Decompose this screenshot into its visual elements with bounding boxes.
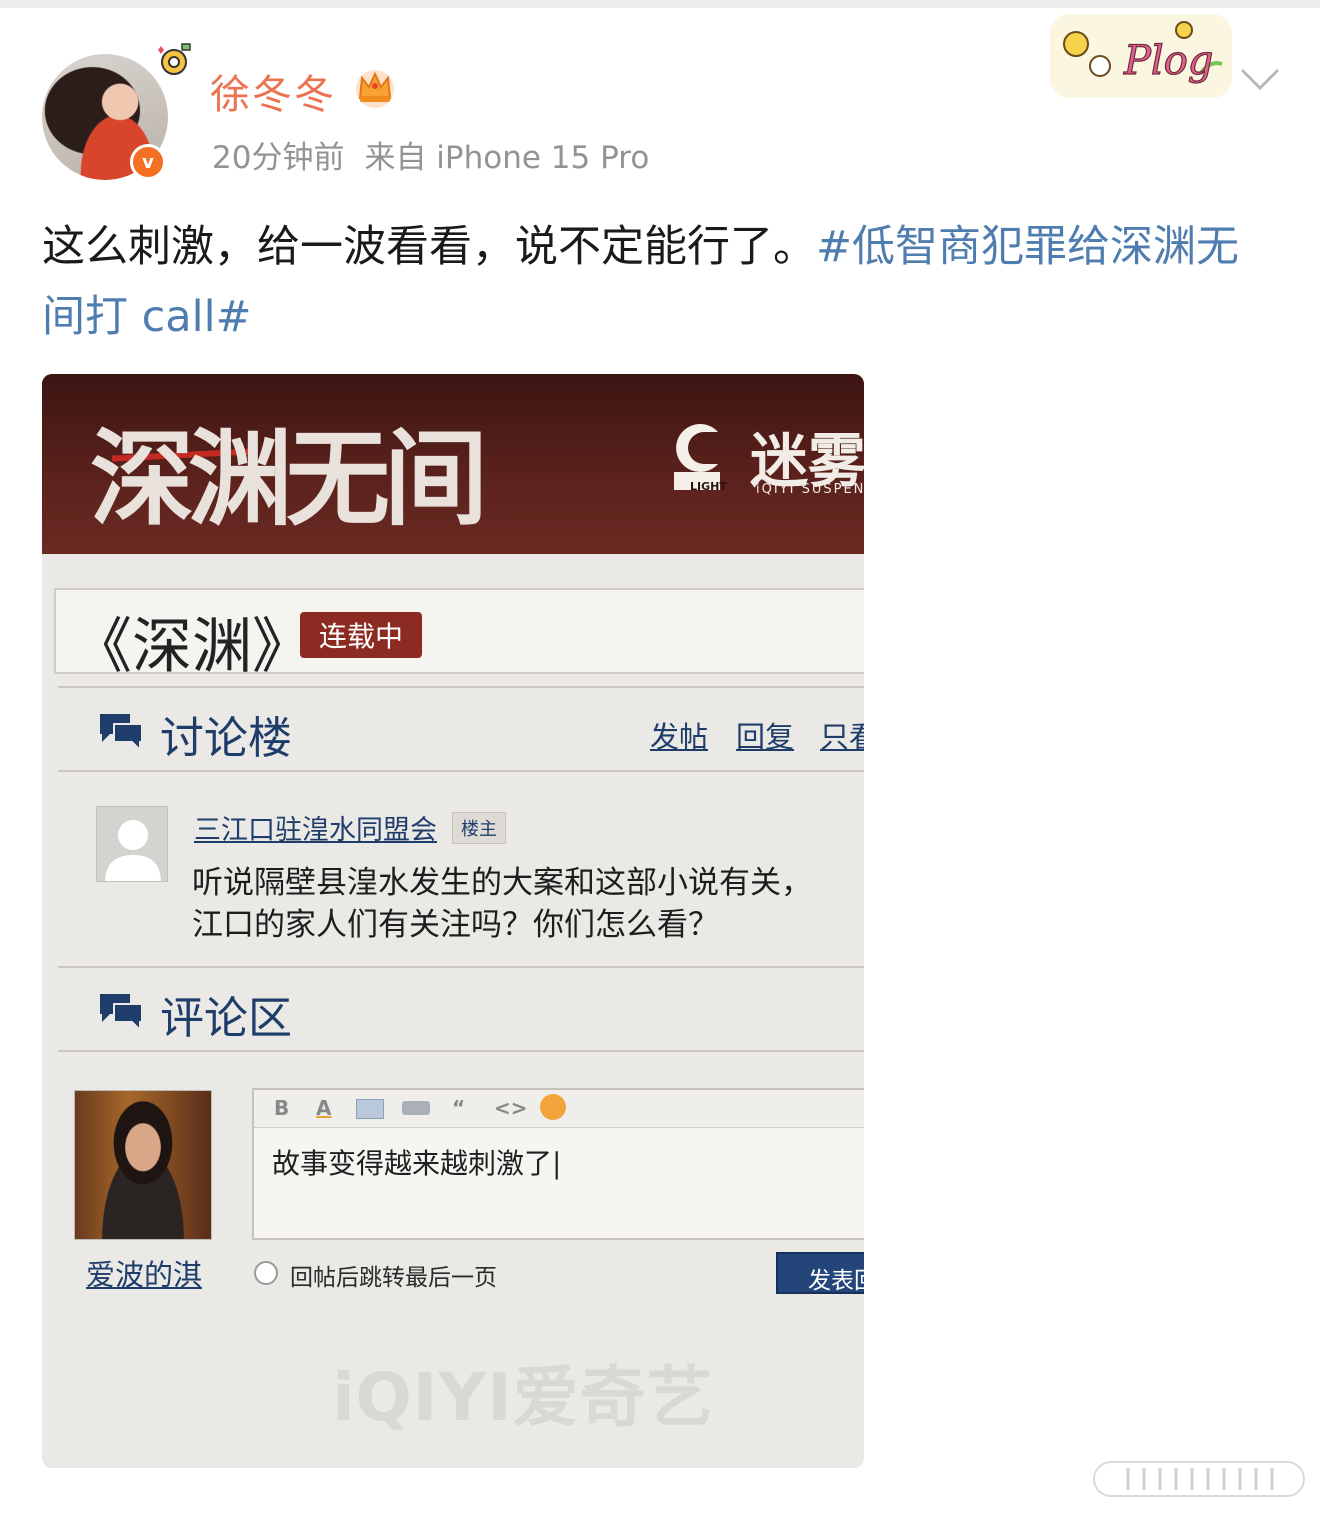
brand-en: iQIYI SUSPEN <box>756 482 864 497</box>
thread-section-title: 讨论楼 <box>160 713 292 764</box>
avatar[interactable]: v <box>42 43 191 182</box>
plog-badge: Plog <box>1050 14 1232 98</box>
post-content: 这么刺激，给一波看看，说不定能行了。#低智商犯罪给深渊无间打 call# <box>42 212 1282 352</box>
comment-editor[interactable]: B A “ <> 故事变得越来越刺激了| <box>252 1088 864 1240</box>
editor-toolbar: B A “ <> <box>254 1090 864 1128</box>
plog-text: Plog <box>1123 38 1213 84</box>
commenter-avatar <box>74 1090 212 1240</box>
checkbox-label: 回帖后跳转最后一页 <box>290 1265 497 1291</box>
crown-icon[interactable] <box>352 64 398 110</box>
username[interactable]: 徐冬冬 <box>210 62 336 120</box>
bold-icon[interactable]: B <box>274 1096 289 1120</box>
op-content: 听说隔壁县湟水发生的大案和这部小说有关， 江口的家人们有关注吗？你们怎么看？ <box>192 862 864 946</box>
code-icon[interactable]: <> <box>494 1096 528 1120</box>
iqiyi-watermark: iQIYI爱奇艺 <box>332 1359 714 1436</box>
divider <box>58 770 864 772</box>
more-images-icon[interactable] <box>1088 1458 1312 1500</box>
op-line-1: 听说隔壁县湟水发生的大案和这部小说有关， <box>192 865 812 901</box>
font-color-icon[interactable]: A <box>316 1096 331 1120</box>
chevron-down-icon[interactable] <box>1238 60 1282 96</box>
divider <box>58 1050 864 1052</box>
only-view-link[interactable]: 只看 <box>820 714 864 756</box>
post-text: 这么刺激，给一波看看，说不定能行了。 <box>42 222 816 272</box>
divider <box>58 686 864 688</box>
chat-bubble-icon <box>100 994 143 1032</box>
novel-title: 《深渊》 <box>72 612 312 682</box>
post-meta: 20分钟前 来自 iPhone 15 Pro <box>212 132 649 177</box>
light-label: LIGHT <box>690 480 727 493</box>
op-line-2: 江口的家人们有关注吗？你们怎么看？ <box>192 907 719 943</box>
divider <box>58 966 864 968</box>
commenter-name[interactable]: 爱波的淇 <box>86 1252 202 1294</box>
quote-icon[interactable]: “ <box>452 1096 465 1120</box>
submit-reply-button[interactable]: 发表回 <box>776 1252 864 1294</box>
post-thread-link[interactable]: 发帖 <box>650 714 708 756</box>
chat-bubble-icon <box>100 714 143 752</box>
avatar-decoration-icon <box>158 43 191 75</box>
op-tag: 楼主 <box>452 812 506 844</box>
emoji-icon[interactable] <box>540 1094 566 1120</box>
reply-link[interactable]: 回复 <box>736 714 794 756</box>
top-divider <box>0 0 1320 8</box>
show-title: 深渊无间 <box>90 417 488 540</box>
jump-last-page-checkbox[interactable] <box>254 1261 278 1285</box>
post-image[interactable]: 深渊无间 LIGHT 迷雾 iQIYI SUSPEN 《深渊》 连载中 讨论楼 … <box>42 374 864 1468</box>
default-user-icon <box>96 806 168 882</box>
editor-input-text: 故事变得越来越刺激了| <box>272 1147 562 1180</box>
post-source: 来自 iPhone 15 Pro <box>364 140 650 176</box>
comment-section-title: 评论区 <box>160 993 292 1044</box>
verified-icon: v <box>130 144 166 180</box>
link-icon[interactable] <box>402 1101 430 1115</box>
image-icon[interactable] <box>356 1099 384 1119</box>
post-time: 20分钟前 <box>212 140 345 176</box>
op-username[interactable]: 三江口驻湟水同盟会 <box>194 808 437 847</box>
serial-status-badge: 连载中 <box>300 612 422 658</box>
